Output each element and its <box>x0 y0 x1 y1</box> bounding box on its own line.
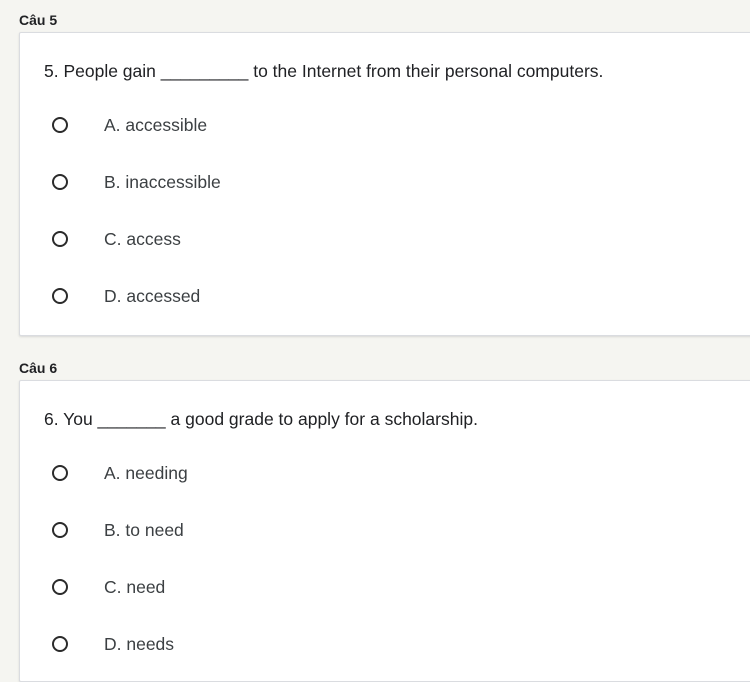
radio-button-icon[interactable] <box>52 117 68 133</box>
option-label: B. inaccessible <box>104 171 221 192</box>
radio-button-icon[interactable] <box>52 288 68 304</box>
radio-button-icon[interactable] <box>52 522 68 538</box>
radio-button-icon[interactable] <box>52 636 68 652</box>
option-label: D. needs <box>104 633 175 654</box>
question-text-5: 5. People gain _________ to the Internet… <box>44 61 604 81</box>
option-label: D. accessed <box>104 285 201 306</box>
radio-button-icon[interactable] <box>52 231 68 247</box>
option-6-d[interactable]: D. needs <box>52 633 174 655</box>
option-5-a[interactable]: A. accessible <box>52 114 207 136</box>
option-5-d[interactable]: D. accessed <box>52 285 200 307</box>
radio-button-icon[interactable] <box>52 465 68 481</box>
option-6-c[interactable]: C. need <box>52 576 165 598</box>
option-label: C. need <box>104 576 166 597</box>
radio-button-icon[interactable] <box>52 579 68 595</box>
option-label: B. to need <box>104 519 184 540</box>
option-label: A. needing <box>104 462 188 483</box>
option-label: C. access <box>104 228 181 249</box>
option-label: A. accessible <box>104 114 208 135</box>
option-6-b[interactable]: B. to need <box>52 519 184 541</box>
question-card-6: 6. You _______ a good grade to apply for… <box>19 380 750 682</box>
question-card-5: 5. People gain _________ to the Internet… <box>19 32 750 336</box>
radio-button-icon[interactable] <box>52 174 68 190</box>
section-title-cau-5: Câu 5 <box>19 12 58 28</box>
option-6-a[interactable]: A. needing <box>52 462 188 484</box>
question-text-6: 6. You _______ a good grade to apply for… <box>44 409 478 429</box>
option-5-c[interactable]: C. access <box>52 228 181 250</box>
section-title-cau-6: Câu 6 <box>19 360 58 376</box>
option-5-b[interactable]: B. inaccessible <box>52 171 221 193</box>
